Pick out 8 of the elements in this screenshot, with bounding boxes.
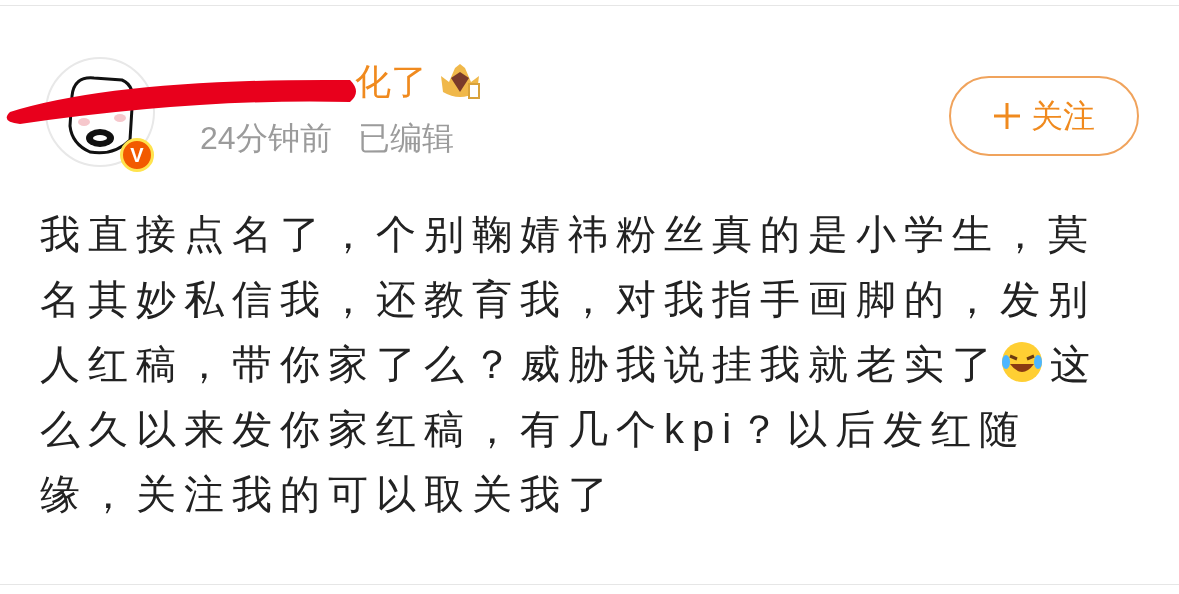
post-text: 我直接点名了，个别鞠婧祎粉丝真的是小学生，莫名其妙私信我，还教育我，对我指手画脚的，发别人红稿，带你家了么？威胁我说挂我就老实了 这么久以来发你家红稿，有几个kpi？以后发红随缘，关注我的可以取关我了 — [40, 211, 1099, 518]
username[interactable]: 化了 — [355, 64, 427, 100]
follow-button[interactable]: 关注 — [949, 76, 1139, 156]
post-meta: 已编辑 — [357, 122, 454, 154]
post-meta: 24分钟前 — [200, 122, 332, 154]
verified-badge: V — [120, 138, 154, 172]
plus-icon — [993, 102, 1021, 130]
laughing-face-icon — [1000, 340, 1044, 384]
